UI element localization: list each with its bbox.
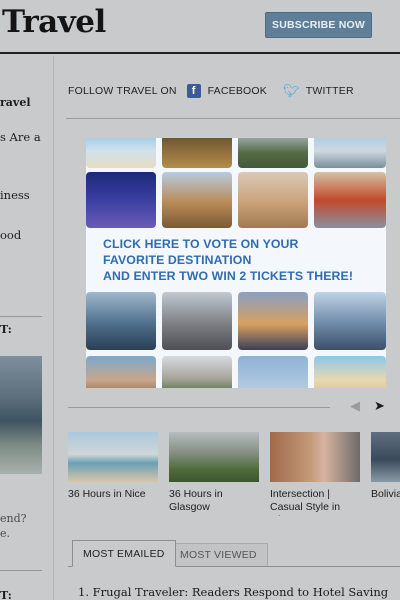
carousel-item[interactable]: Bolivia the Sky	[371, 432, 400, 501]
tower-bridge-tile	[314, 292, 386, 350]
casual-style-photo	[270, 432, 360, 482]
masthead: Travel SUBSCRIBE NOW	[0, 0, 400, 54]
carousel-item[interactable]: Intersection | Casual Style in Glasgow	[270, 432, 360, 516]
most-popular-tabs: MOST EMAILED MOST VIEWED	[68, 540, 400, 568]
promo-line-3: AND ENTER TWO WIN 2 TICKETS THERE!	[103, 269, 354, 283]
skyline-tile	[314, 138, 386, 168]
glasgow-photo	[169, 432, 259, 482]
left-photo[interactable]	[0, 356, 42, 474]
thumbnail-carousel: 36 Hours in Nice 36 Hours in Glasgow Int…	[68, 432, 400, 516]
cathedral-tile	[86, 172, 156, 228]
left-divider-1	[0, 316, 42, 317]
twitter-link[interactable]: TWITTER	[306, 85, 354, 97]
left-section-label-2: T:	[0, 589, 12, 600]
promo-line-1: CLICK HERE TO VOTE ON YOUR	[103, 237, 299, 251]
bolivia-photo	[371, 432, 400, 482]
left-headline-4[interactable]: ood	[0, 228, 21, 242]
pagoda-tile	[238, 138, 308, 168]
big-ben-tile	[162, 138, 232, 168]
carousel-caption: 36 Hours in Nice	[68, 488, 146, 500]
carousel-divider	[68, 407, 330, 408]
left-teaser-1[interactable]: end?	[0, 512, 27, 525]
carousel-caption: Intersection | Casual Style in Glasgow	[270, 488, 341, 516]
left-teaser-2[interactable]: e.	[0, 527, 10, 540]
pyramids-tile	[238, 172, 308, 228]
facebook-link[interactable]: FACEBOOK	[208, 85, 267, 97]
village-tile	[86, 356, 156, 388]
chevron-left-icon[interactable]: ◀	[350, 398, 360, 413]
left-section-label: T:	[0, 323, 12, 336]
carousel-item[interactable]: 36 Hours in Nice	[68, 432, 158, 501]
twitter-bird-icon[interactable]: 🐦︎	[283, 83, 300, 99]
chevron-right-icon[interactable]: ➤	[374, 398, 385, 413]
church-tile	[162, 292, 232, 350]
left-headline-3[interactable]: iness	[0, 188, 30, 202]
carousel-item[interactable]: 36 Hours in Glasgow	[169, 432, 259, 514]
promo-banner[interactable]: CLICK HERE TO VOTE ON YOUR FAVORITE DEST…	[86, 138, 386, 388]
follow-label: FOLLOW TRAVEL ON	[68, 85, 177, 97]
carousel-nav: ◀ ➤	[350, 398, 385, 414]
left-column: ravel s Are a iness ood T: end? e. T:	[0, 56, 54, 600]
nice-photo	[68, 432, 158, 482]
promo-line-2: FAVORITE DESTINATION	[103, 253, 252, 267]
tab-most-viewed[interactable]: MOST VIEWED	[169, 543, 268, 567]
section-title[interactable]: Travel	[2, 4, 106, 40]
left-headline-1[interactable]: ravel	[0, 96, 31, 109]
temple-tile	[162, 356, 232, 388]
golden-gate-tile	[314, 172, 386, 228]
beach-tile	[86, 138, 156, 168]
airplane-tile	[238, 356, 308, 388]
dunes-tile	[314, 356, 386, 388]
harbor-tile	[238, 292, 308, 350]
carousel-caption: Bolivia the Sky	[371, 488, 400, 500]
colosseum-tile	[162, 172, 232, 228]
follow-divider	[66, 118, 400, 119]
left-headline-2[interactable]: s Are a	[0, 130, 41, 144]
left-divider-2	[0, 570, 42, 571]
carousel-caption: 36 Hours in Glasgow	[169, 488, 223, 513]
tab-most-emailed[interactable]: MOST EMAILED	[72, 540, 176, 567]
boat-tile	[86, 292, 156, 350]
facebook-icon[interactable]: f	[186, 84, 201, 98]
follow-bar: FOLLOW TRAVEL ON f FACEBOOK 🐦︎ TWITTER	[68, 80, 354, 102]
promo-text[interactable]: CLICK HERE TO VOTE ON YOUR FAVORITE DEST…	[103, 236, 353, 284]
subscribe-button[interactable]: SUBSCRIBE NOW	[265, 12, 372, 38]
list-item[interactable]: 1. Frugal Traveler: Readers Respond to H…	[78, 585, 388, 599]
